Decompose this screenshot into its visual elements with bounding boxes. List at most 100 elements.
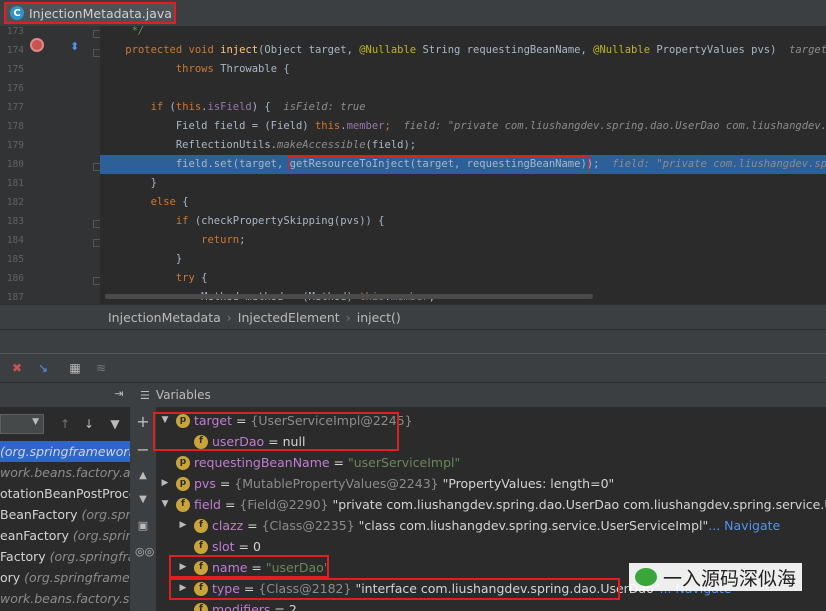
code-token: target:: [789, 44, 826, 56]
line-number[interactable]: 183: [0, 216, 24, 227]
filter-icon[interactable]: ▼: [108, 417, 122, 431]
code-line[interactable]: [100, 79, 826, 98]
frame-item[interactable]: work.beans.factory.suppo: [0, 588, 130, 609]
frame-method: eanFactory: [0, 528, 73, 543]
variable-name: modifiers: [212, 602, 271, 611]
watermark-text: 一入源码深似海: [662, 567, 796, 590]
tab-injectionmetadata[interactable]: C InjectionMetadata.java: [4, 2, 176, 24]
expand-down-icon[interactable]: ▼: [158, 494, 172, 515]
horizontal-scrollbar[interactable]: [105, 294, 593, 299]
variable-row[interactable]: p requestingBeanName = "userServiceImpl": [158, 452, 460, 473]
down-arrow-icon[interactable]: ↓: [82, 417, 96, 431]
variable-row[interactable]: f slot = 0: [176, 536, 261, 557]
evaluate-table-icon[interactable]: ▦: [68, 361, 82, 375]
line-number[interactable]: 180: [0, 159, 24, 170]
frame-location: (org.springfr: [72, 528, 130, 543]
line-number[interactable]: 176: [0, 83, 24, 94]
line-number[interactable]: 182: [0, 197, 24, 208]
line-number[interactable]: 185: [0, 254, 24, 265]
code-token: protected void: [125, 44, 221, 56]
restore-layout-icon[interactable]: ⇥: [112, 387, 126, 401]
parameter-icon: p: [176, 413, 190, 428]
code-line[interactable]: */: [100, 26, 826, 41]
variables-header: ☰ Variables: [130, 383, 826, 407]
line-number[interactable]: 173: [0, 26, 24, 37]
code-line[interactable]: if (checkPropertySkipping(pvs)) {: [100, 212, 826, 231]
variable-row[interactable]: ▼ f field = {Field@2290} "private com.lius…: [158, 494, 826, 515]
navigate-link[interactable]: ... Navigate: [708, 515, 780, 536]
override-arrow-icon[interactable]: ⬍: [70, 40, 79, 53]
code-line[interactable]: }: [100, 250, 826, 269]
move-down-icon[interactable]: ▼: [136, 493, 150, 507]
breadcrumb-item-inner-class[interactable]: InjectedElement: [238, 310, 340, 325]
frame-item[interactable]: work.beans.factory.ann: [0, 462, 130, 483]
add-watch-icon[interactable]: +: [136, 414, 150, 430]
code-line[interactable]: else {: [100, 193, 826, 212]
code-line[interactable]: field.set(target, getResourceToInject(ta…: [100, 155, 826, 174]
line-number[interactable]: 181: [0, 178, 24, 189]
code-token: field.set(target,: [100, 158, 290, 170]
line-number[interactable]: 184: [0, 235, 24, 246]
trace-icon[interactable]: ≋: [94, 361, 108, 375]
variable-row[interactable]: f modifiers = 2: [176, 599, 297, 611]
code-token: }: [100, 177, 157, 189]
equals-sign: =: [234, 539, 253, 554]
line-number[interactable]: 175: [0, 64, 24, 75]
remove-watch-icon[interactable]: −: [136, 442, 150, 458]
editor-gutter[interactable]: ⬍ 173 174 175 176 177 178 179 180 181 182 183 184 18…: [0, 26, 101, 304]
code-token: (Object target,: [258, 44, 360, 56]
expand-right-icon[interactable]: ▶: [158, 473, 172, 494]
frame-item[interactable]: BeanFactory (org.spring: [0, 504, 130, 525]
run-to-cursor-icon[interactable]: ↘: [36, 361, 50, 375]
variables-title: Variables: [155, 388, 211, 402]
frame-item[interactable]: ory (org.springframework: [0, 567, 130, 588]
variables-side-toolbar: + − ▲ ▼ ▣ ◎◎: [130, 407, 156, 611]
variable-row[interactable]: ▶ f clazz = {Class@2235} "class com.liusha…: [176, 515, 781, 536]
code-line[interactable]: Field field = (Field) this.member; field…: [100, 117, 826, 136]
code-line[interactable]: return;: [100, 231, 826, 250]
frame-item[interactable]: eanFactory (org.springfr: [0, 525, 130, 546]
variable-row[interactable]: ▼ p target = {UserServiceImpl@2245}: [158, 410, 413, 431]
parameter-icon: p: [176, 455, 190, 470]
variable-value: 0: [252, 539, 261, 554]
expand-right-icon[interactable]: ▶: [176, 578, 190, 599]
code-line[interactable]: ReflectionUtils.makeAccessible(field);: [100, 136, 826, 155]
code-editor[interactable]: */ protected void inject(Object target, …: [100, 26, 826, 304]
variable-value: "private com.liushangdev.spring.dao.User…: [332, 497, 826, 512]
code-line[interactable]: throws Throwable {: [100, 60, 826, 79]
breakpoint-method-icon[interactable]: [30, 38, 44, 52]
variable-name: requestingBeanName: [194, 455, 330, 470]
drop-frame-icon[interactable]: ✖: [10, 361, 24, 375]
line-number[interactable]: 178: [0, 121, 24, 132]
variable-row[interactable]: ▶ f name = "userDao": [176, 557, 330, 578]
line-number[interactable]: 174: [0, 45, 24, 56]
glasses-icon[interactable]: ◎◎: [135, 545, 154, 559]
line-number[interactable]: 187: [0, 292, 24, 303]
breadcrumb-item-method[interactable]: inject(): [357, 310, 401, 325]
line-number[interactable]: 179: [0, 140, 24, 151]
breadcrumb-item-class[interactable]: InjectionMetadata: [108, 310, 221, 325]
line-number[interactable]: 177: [0, 102, 24, 113]
variable-row[interactable]: f userDao = null: [176, 431, 305, 452]
variable-name: slot: [212, 539, 235, 554]
variable-row[interactable]: ▶ p pvs = {MutablePropertyValues@2243} "Pr…: [158, 473, 615, 494]
code-token: ;: [384, 120, 404, 132]
expand-right-icon[interactable]: ▶: [176, 515, 190, 536]
frame-item[interactable]: otationBeanPostProces: [0, 483, 130, 504]
up-arrow-icon[interactable]: ↑: [58, 417, 72, 431]
frame-item[interactable]: (org.springframework: [0, 441, 130, 462]
code-token: ReflectionUtils.: [100, 139, 278, 151]
thread-selector[interactable]: ▼: [0, 414, 44, 434]
code-line[interactable]: }: [100, 174, 826, 193]
chevron-down-icon: ▼: [32, 417, 39, 427]
copy-icon[interactable]: ▣: [136, 519, 150, 533]
code-line[interactable]: protected void inject(Object target, @Nu…: [100, 41, 826, 60]
frame-item[interactable]: Factory (org.springframe: [0, 546, 130, 567]
move-up-icon[interactable]: ▲: [136, 469, 150, 483]
line-number[interactable]: 186: [0, 273, 24, 284]
code-line[interactable]: try {: [100, 269, 826, 288]
expand-down-icon[interactable]: ▼: [158, 410, 172, 431]
code-line[interactable]: if (this.isField) { isField: true: [100, 98, 826, 117]
expand-right-icon[interactable]: ▶: [176, 557, 190, 578]
